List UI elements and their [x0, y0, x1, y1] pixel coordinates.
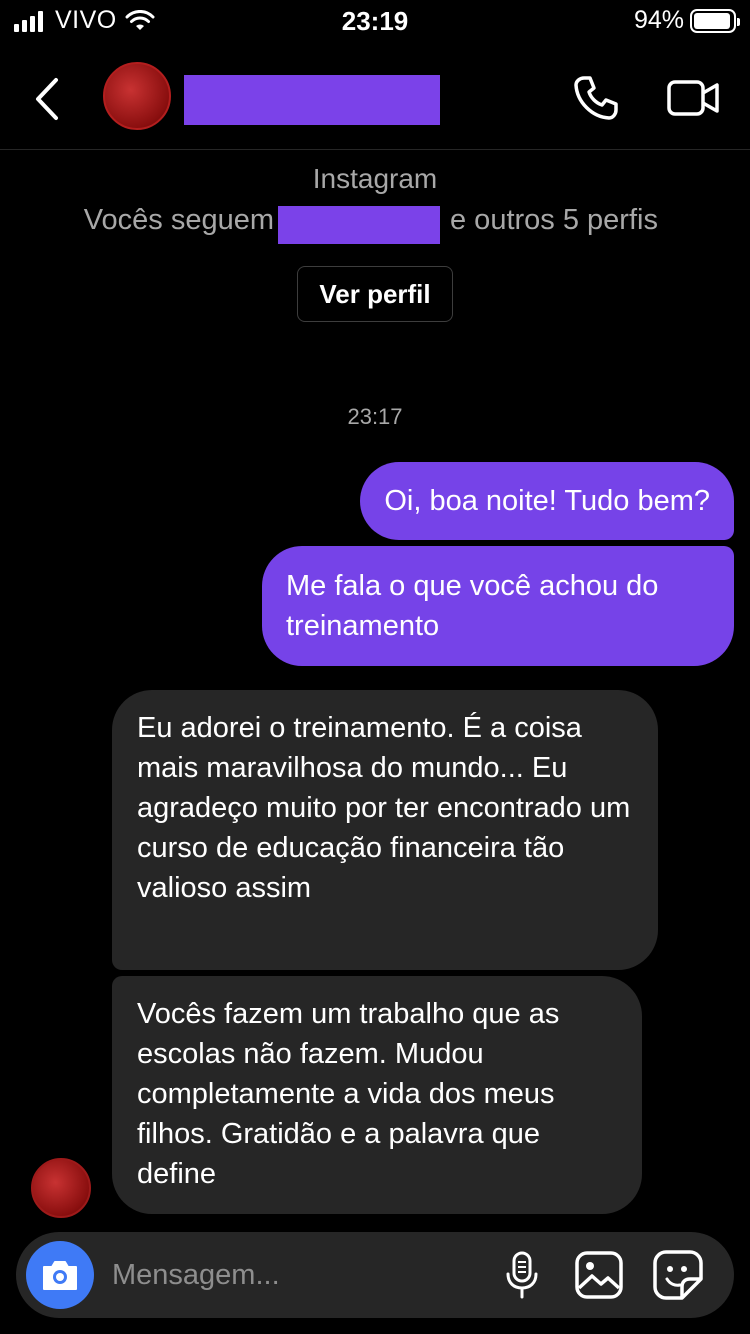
follow-suffix: e outros 5 perfis — [450, 204, 658, 236]
chat-header — [0, 52, 750, 150]
microphone-icon[interactable] — [504, 1250, 540, 1300]
status-bar: VIVO 23:19 94% — [0, 0, 750, 44]
mutual-follower-redacted — [278, 206, 440, 244]
back-icon[interactable] — [30, 74, 66, 124]
message-composer — [16, 1232, 734, 1318]
message-input[interactable] — [112, 1252, 492, 1298]
message-bubble-incoming[interactable]: Vocês fazem um trabalho que as escolas n… — [112, 976, 642, 1214]
mutual-followers: Vocês seguem e outros 5 perfis — [0, 204, 750, 244]
contact-avatar[interactable] — [103, 62, 171, 130]
camera-button[interactable] — [26, 1241, 94, 1309]
status-right: 94% — [633, 6, 740, 35]
video-call-icon[interactable] — [666, 76, 720, 120]
message-bubble-outgoing[interactable]: Me fala o que você achou do treinamento — [262, 546, 734, 666]
camera-icon — [43, 1261, 77, 1290]
battery-fill — [694, 12, 730, 29]
message-timestamp: 23:17 — [347, 404, 403, 429]
sticker-icon[interactable] — [652, 1249, 704, 1301]
profile-subtitle: Instagram — [312, 163, 438, 194]
gallery-icon[interactable] — [574, 1250, 624, 1300]
profile-info: Instagram Vocês seguem e outros 5 perfis… — [0, 150, 750, 322]
view-profile-button[interactable]: Ver perfil — [297, 266, 453, 322]
follow-prefix: Vocês seguem — [83, 204, 274, 236]
sender-avatar[interactable] — [31, 1158, 91, 1218]
contact-name-redacted[interactable] — [184, 75, 440, 125]
message-bubble-outgoing[interactable]: Oi, boa noite! Tudo bem? — [360, 462, 734, 540]
message-bubble-incoming[interactable]: Eu adorei o treinamento. É a coisa mais … — [112, 690, 658, 970]
phone-icon[interactable] — [572, 74, 620, 122]
battery-icon — [690, 8, 740, 33]
battery-percentage: 94% — [633, 6, 684, 34]
